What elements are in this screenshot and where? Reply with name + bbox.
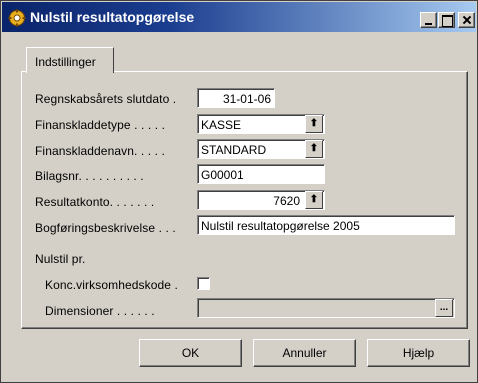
finansnavn-lookup-button[interactable]: ⬆ (305, 140, 323, 158)
dialog-window: Nulstil resultatopgørelse Indstillinger … (0, 0, 478, 383)
dimensioner-assist-button[interactable]: ... (435, 299, 453, 317)
dimensioner-field[interactable] (197, 298, 455, 318)
resultat-lookup-button[interactable]: ⬆ (305, 191, 323, 209)
cancel-button[interactable]: Annuller (253, 339, 356, 367)
resultat-label: Resultatkonto. . . . . . . (35, 195, 155, 209)
title-bar[interactable]: Nulstil resultatopgørelse (2, 2, 476, 32)
bilagsnr-field[interactable]: G00001 (197, 164, 325, 184)
finanstype-lookup-button[interactable]: ⬆ (305, 115, 323, 133)
close-button[interactable] (458, 12, 475, 28)
regnskab-slutdato-field[interactable]: 31-01-06 (197, 88, 275, 108)
arrow-up-icon: ⬆ (309, 118, 319, 129)
app-gear-icon (8, 9, 26, 27)
dimensioner-label: Dimensioner . . . . . . (45, 304, 155, 318)
bilag-label: Bilagsnr. . . . . . . . . . (35, 169, 144, 183)
ok-button[interactable]: OK (139, 339, 242, 367)
tab-label: Indstillinger (35, 55, 96, 69)
arrow-up-icon: ⬆ (309, 194, 319, 205)
window-title: Nulstil resultatopgørelse (30, 9, 195, 25)
help-button[interactable]: Hjælp (367, 339, 470, 367)
maximize-button[interactable] (438, 12, 455, 28)
bogforingsbeskrivelse-field[interactable]: Nulstil resultatopgørelse 2005 (197, 215, 455, 235)
konc-label: Konc.virksomhedskode . (45, 278, 178, 292)
minimize-button[interactable] (420, 12, 437, 28)
arrow-up-icon: ⬆ (309, 143, 319, 154)
finansnavn-label: Finanskladdenavn. . . . . (35, 144, 165, 158)
finanstype-label: Finanskladdetype . . . . . (35, 118, 166, 132)
nulstil-section-label: Nulstil pr. (35, 252, 86, 266)
regnskab-label: Regnskabsårets slutdato . (35, 92, 177, 106)
bogforing-label: Bogføringsbeskrivelse . . . (35, 221, 176, 235)
tab-indstillinger[interactable]: Indstillinger (26, 47, 114, 73)
konc-virksomhedskode-checkbox[interactable] (197, 277, 210, 290)
